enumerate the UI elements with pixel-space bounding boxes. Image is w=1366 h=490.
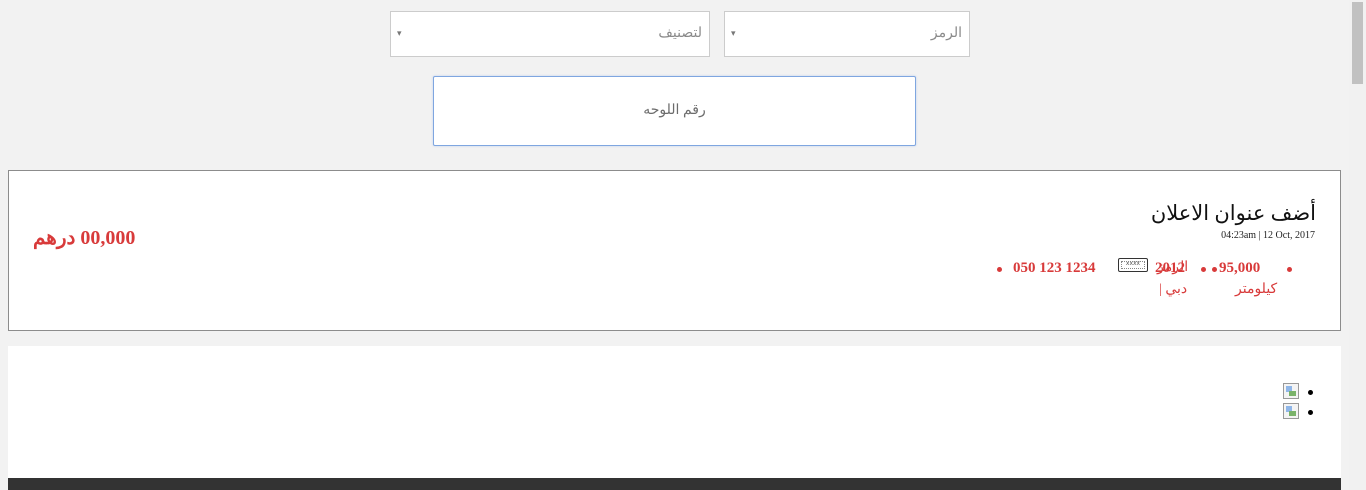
list-bullet [1212,267,1217,272]
list-item [1273,382,1313,402]
vertical-scrollbar[interactable] [1349,0,1366,490]
media-panel [8,346,1341,490]
mileage-unit: كيلومتر [1235,282,1278,297]
chevron-down-icon: ▾ [397,28,402,38]
category-select-label: لتصنيف [658,26,702,41]
list-bullet [1201,267,1206,272]
broken-image-icon[interactable] [1283,403,1299,419]
listing-title[interactable]: أضف عنوان الاعلان [1151,201,1316,226]
listing-price: 00,000 درهم [33,227,136,249]
listing-card[interactable]: أضف عنوان الاعلان 04:23am | 12 Oct, 2017… [8,170,1341,331]
listing-date: 04:23am | 12 Oct, 2017 [1221,230,1315,241]
category-select[interactable]: لتصنيف ▾ [390,11,710,57]
list-bullet [1287,267,1292,272]
plate-icon: xxxx [1118,258,1148,272]
code-select[interactable]: الرمز ▾ [724,11,970,57]
list-bullet [1308,390,1313,395]
mileage-value: 95,000 [1219,260,1261,276]
list-bullet [1308,410,1313,415]
listing-city: | دبي [1159,282,1188,297]
code-select-label: الرمز [930,26,962,41]
chevron-down-icon: ▾ [731,28,736,38]
plate-number-input[interactable] [433,76,916,146]
broken-image-icon[interactable] [1283,383,1299,399]
phone-number[interactable]: 050 123 1234 [1013,260,1096,277]
scrollbar-thumb[interactable] [1352,2,1363,84]
list-bullet [997,267,1002,272]
footer-bar [8,478,1341,490]
model-year: 2012 [1155,260,1185,276]
list-item [1273,402,1313,422]
